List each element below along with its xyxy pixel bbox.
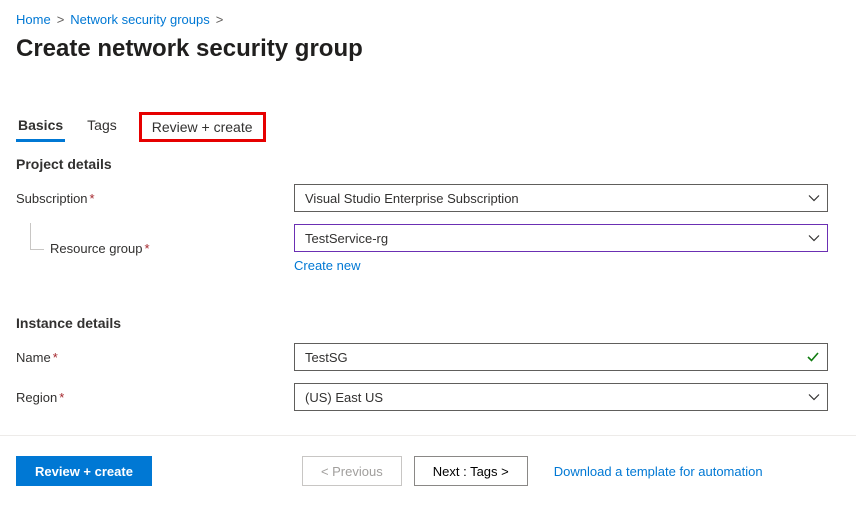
breadcrumb-nsg[interactable]: Network security groups <box>70 12 209 27</box>
chevron-right-icon: > <box>57 12 65 27</box>
tab-review-create[interactable]: Review + create <box>139 112 266 142</box>
tab-basics[interactable]: Basics <box>16 111 65 142</box>
tabs-bar: Basics Tags Review + create <box>16 111 840 142</box>
row-region: Region* (US) East US <box>16 383 840 411</box>
breadcrumb-home[interactable]: Home <box>16 12 51 27</box>
required-asterisk: * <box>145 241 150 256</box>
required-asterisk: * <box>53 350 58 365</box>
tab-tags[interactable]: Tags <box>85 111 119 142</box>
name-input[interactable]: TestSG <box>294 343 828 371</box>
region-select[interactable]: (US) East US <box>294 383 828 411</box>
download-template-link[interactable]: Download a template for automation <box>554 464 763 479</box>
previous-button[interactable]: < Previous <box>302 456 402 486</box>
review-create-button[interactable]: Review + create <box>16 456 152 486</box>
required-asterisk: * <box>59 390 64 405</box>
label-subscription: Subscription* <box>16 191 294 206</box>
resource-group-select[interactable]: TestService-rg <box>294 224 828 252</box>
next-button[interactable]: Next : Tags > <box>414 456 528 486</box>
required-asterisk: * <box>90 191 95 206</box>
label-region: Region* <box>16 390 294 405</box>
page-title: Create network security group <box>16 35 840 63</box>
row-subscription: Subscription* Visual Studio Enterprise S… <box>16 184 840 212</box>
row-name: Name* TestSG <box>16 343 840 371</box>
breadcrumb: Home > Network security groups > <box>16 12 840 27</box>
footer-bar: Review + create < Previous Next : Tags >… <box>16 436 840 504</box>
section-instance-details: Instance details <box>16 315 840 331</box>
label-name: Name* <box>16 350 294 365</box>
subscription-select[interactable]: Visual Studio Enterprise Subscription <box>294 184 828 212</box>
create-new-link[interactable]: Create new <box>294 258 360 273</box>
label-resource-group: Resource group* <box>16 241 294 256</box>
chevron-right-icon: > <box>216 12 224 27</box>
section-project-details: Project details <box>16 156 840 172</box>
row-resource-group: Resource group* TestService-rg Create ne… <box>16 224 840 273</box>
